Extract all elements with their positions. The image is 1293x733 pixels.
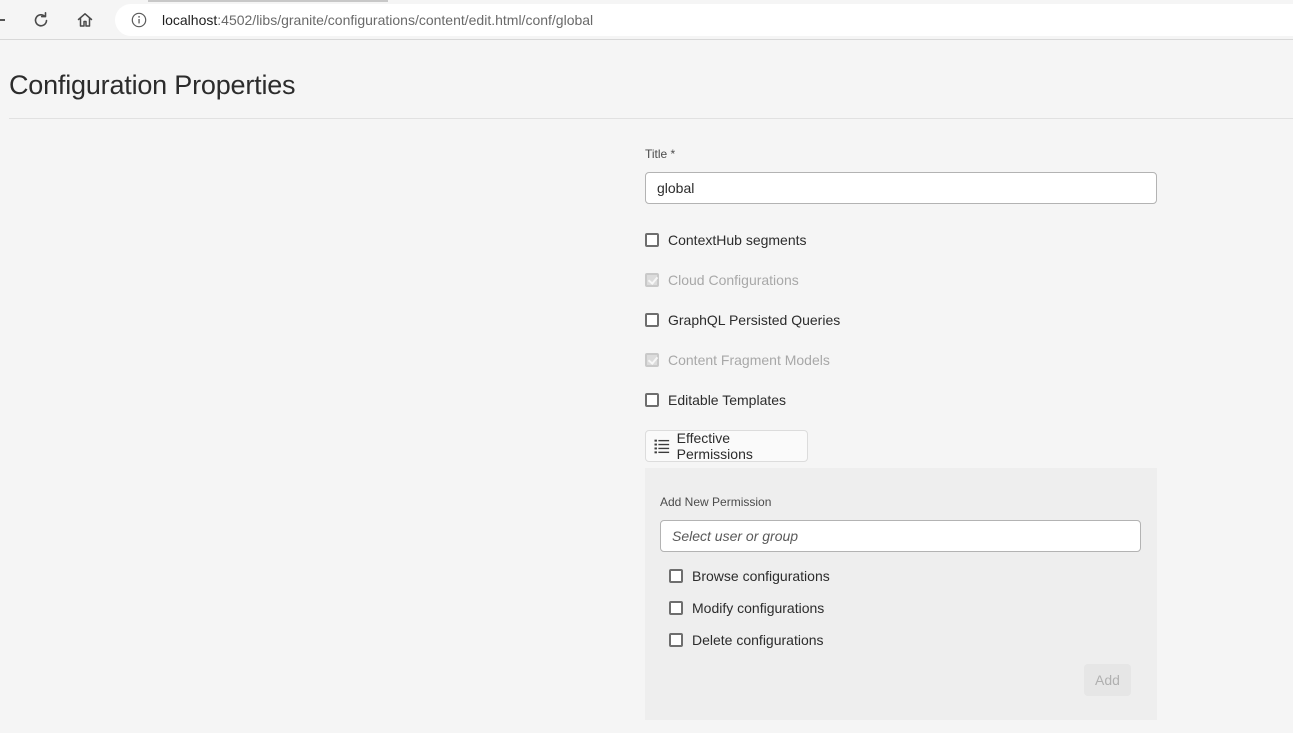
checkbox[interactable] [645,233,659,247]
checkbox-row-content-fragment-models: Content Fragment Models [645,350,830,370]
checkbox-row-browse-configurations[interactable]: Browse configurations [669,566,830,586]
checkbox[interactable] [669,569,683,583]
browser-toolbar: localhost:4502/libs/granite/configuratio… [0,0,1293,40]
tab-strip-edge [148,0,388,2]
add-button[interactable]: Add [1084,664,1131,696]
title-field-label: Title * [645,147,676,161]
checkbox-label: Content Fragment Models [668,352,830,368]
checkbox-row-modify-configurations[interactable]: Modify configurations [669,598,824,618]
checkbox-row-graphql-persisted-queries[interactable]: GraphQL Persisted Queries [645,310,840,330]
effective-permissions-button[interactable]: Effective Permissions [645,430,808,462]
checkbox-label: Browse configurations [692,568,830,584]
site-info-icon[interactable] [131,12,147,28]
add-permission-label: Add New Permission [660,495,772,509]
checkbox-checked-disabled [645,273,659,287]
checkbox-label: GraphQL Persisted Queries [668,312,841,328]
checkbox-row-cloud-configurations: Cloud Configurations [645,270,799,290]
checkbox-row-delete-configurations[interactable]: Delete configurations [669,630,824,650]
reload-icon[interactable] [31,10,51,30]
checkbox-row-editable-templates[interactable]: Editable Templates [645,390,786,410]
checkbox[interactable] [645,393,659,407]
checkbox[interactable] [669,633,683,647]
back-arrow-icon[interactable] [0,19,5,21]
header-divider [9,118,1293,119]
user-group-input[interactable]: Select user or group [660,520,1141,552]
title-input[interactable]: global [645,172,1157,204]
list-icon [654,439,670,454]
url-path: :4502/libs/granite/configurations/conten… [217,12,594,28]
checkbox-label: Cloud Configurations [668,272,799,288]
effective-permissions-label: Effective Permissions [676,430,753,462]
page-title: Configuration Properties [9,70,296,100]
checkbox-label: Delete configurations [692,632,824,648]
url-text[interactable]: localhost:4502/libs/granite/configuratio… [162,12,593,28]
checkbox[interactable] [669,601,683,615]
checkbox[interactable] [645,313,659,327]
home-icon[interactable] [75,10,95,30]
checkbox-label: Editable Templates [668,392,787,408]
add-permission-panel: Add New Permission Select user or group … [645,468,1157,720]
checkbox-label: Modify configurations [692,600,825,616]
checkbox-checked-disabled [645,353,659,367]
url-host: localhost [162,12,218,28]
checkbox-row-contexthub-segments[interactable]: ContextHub segments [645,230,807,250]
checkbox-label: ContextHub segments [668,232,807,248]
